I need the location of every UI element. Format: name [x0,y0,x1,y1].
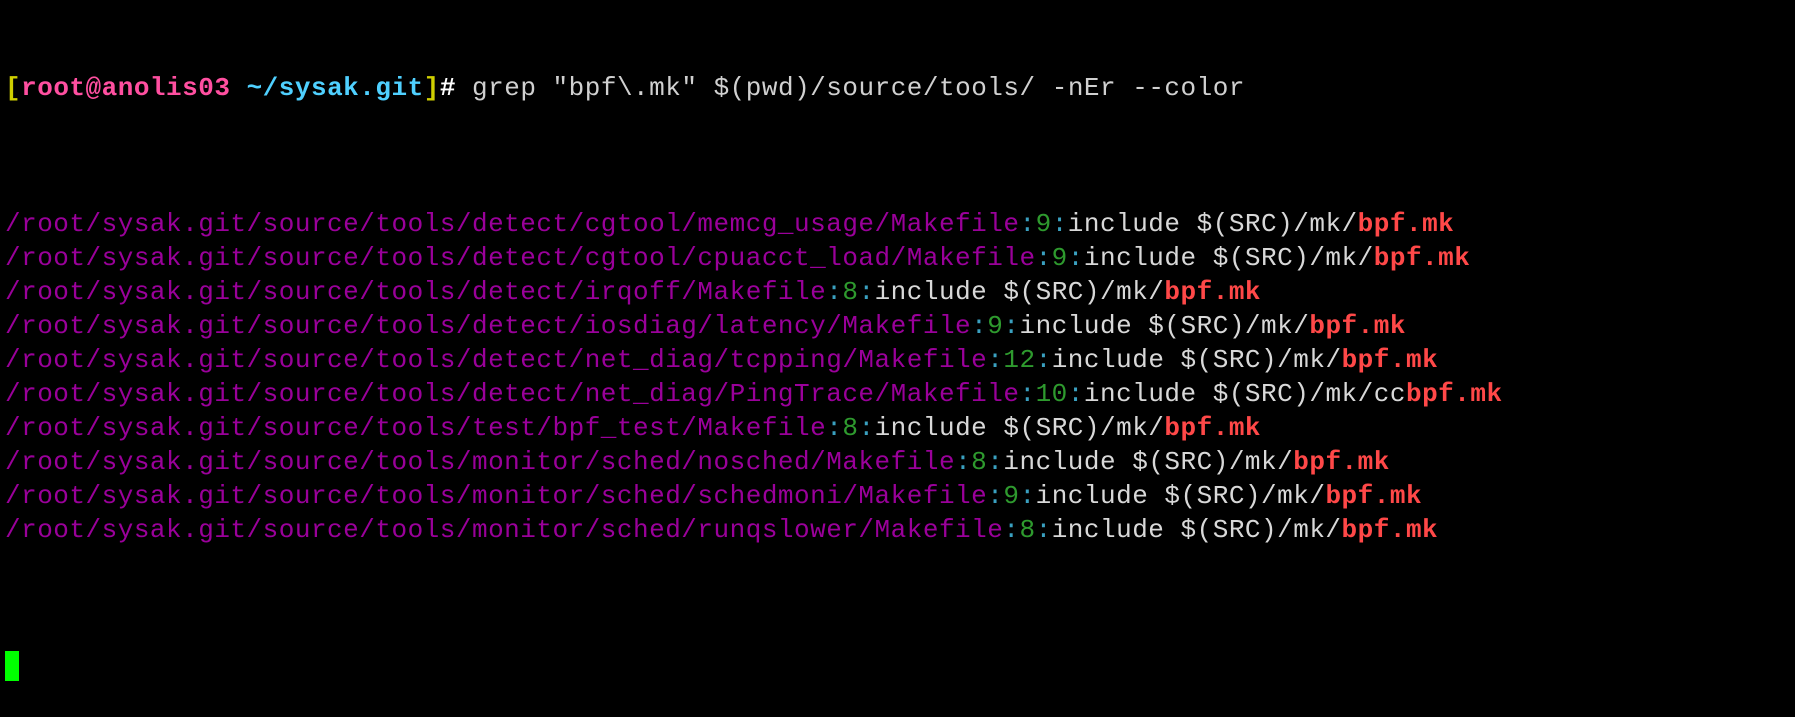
grep-result-line: /root/sysak.git/source/tools/detect/net_… [5,343,1795,377]
result-text: include $(SRC)/mk/ [874,277,1165,307]
result-line-number: 8 [842,413,859,443]
result-separator: : [987,447,1004,477]
grep-result-line: /root/sysak.git/source/tools/detect/irqo… [5,275,1795,309]
result-separator: : [1019,481,1036,511]
result-text: include $(SRC)/mk/ [1051,515,1342,545]
result-path: /root/sysak.git/source/tools/detect/iosd… [5,311,972,341]
result-separator: : [1003,311,1020,341]
result-line-number: 9 [1003,481,1020,511]
result-text: include $(SRC)/mk/ [874,413,1165,443]
result-text: include $(SRC)/mk/ [1019,311,1310,341]
grep-result-line: /root/sysak.git/source/tools/monitor/sch… [5,513,1795,547]
grep-results: /root/sysak.git/source/tools/detect/cgto… [5,207,1795,547]
result-path: /root/sysak.git/source/tools/detect/cgto… [5,209,1020,239]
prompt-open-bracket: [ [5,73,22,103]
result-match: bpf.mk [1309,311,1406,341]
result-path: /root/sysak.git/source/tools/detect/irqo… [5,277,827,307]
result-separator: : [1035,515,1052,545]
result-separator: : [826,413,843,443]
prompt-line: [root@anolis03 ~/sysak.git]# grep "bpf\.… [5,71,1795,105]
result-match: bpf.mk [1341,345,1439,375]
result-path: /root/sysak.git/source/tools/detect/net_… [5,379,1020,409]
result-separator: : [1035,243,1052,273]
result-path: /root/sysak.git/source/tools/monitor/sch… [5,481,988,511]
result-line-number: 12 [1003,345,1036,375]
result-line-number: 8 [971,447,988,477]
result-separator: : [1019,379,1036,409]
result-path: /root/sysak.git/source/tools/detect/cgto… [5,243,1036,273]
result-separator: : [1035,345,1052,375]
result-separator: : [858,277,875,307]
result-separator: : [1051,209,1068,239]
result-path: /root/sysak.git/source/tools/test/bpf_te… [5,413,827,443]
result-match: bpf.mk [1341,515,1439,545]
result-text: include $(SRC)/mk/ [1083,243,1374,273]
grep-result-line: /root/sysak.git/source/tools/detect/cgto… [5,207,1795,241]
result-line-number: 9 [1051,243,1068,273]
result-text: include $(SRC)/mk/ [1003,447,1294,477]
prompt-hash: # [439,73,456,103]
result-match: bpf.mk [1405,379,1503,409]
terminal-window[interactable]: [root@anolis03 ~/sysak.git]# grep "bpf\.… [0,0,1795,682]
result-separator: : [1003,515,1020,545]
result-path: /root/sysak.git/source/tools/monitor/sch… [5,447,956,477]
result-separator: : [971,311,988,341]
result-separator: : [955,447,972,477]
result-line-number: 9 [1035,209,1052,239]
result-text: include $(SRC)/mk/ [1067,209,1358,239]
grep-result-line: /root/sysak.git/source/tools/detect/iosd… [5,309,1795,343]
grep-result-line: /root/sysak.git/source/tools/monitor/sch… [5,479,1795,513]
result-separator: : [1067,379,1084,409]
result-match: bpf.mk [1293,447,1390,477]
prompt-user-host: root@anolis03 [21,73,231,103]
grep-result-line: /root/sysak.git/source/tools/detect/net_… [5,377,1795,411]
prompt-close-bracket: ] [423,73,440,103]
result-path: /root/sysak.git/source/tools/detect/net_… [5,345,988,375]
prompt-cwd: ~/sysak.git [246,73,424,103]
cursor-line[interactable] [5,649,1795,683]
result-match: bpf.mk [1164,277,1262,307]
grep-result-line: /root/sysak.git/source/tools/detect/cgto… [5,241,1795,275]
result-separator: : [987,345,1004,375]
grep-result-line: /root/sysak.git/source/tools/monitor/sch… [5,445,1795,479]
result-separator: : [1019,209,1036,239]
result-separator: : [1067,243,1084,273]
command-text: grep "bpf\.mk" $(pwd)/source/tools/ -nEr… [455,73,1245,103]
result-match: bpf.mk [1357,209,1455,239]
result-text: include $(SRC)/mk/cc [1083,379,1406,409]
result-line-number: 8 [842,277,859,307]
result-separator: : [987,481,1004,511]
result-path: /root/sysak.git/source/tools/monitor/sch… [5,515,1004,545]
result-match: bpf.mk [1373,243,1471,273]
terminal-cursor [5,651,19,682]
result-match: bpf.mk [1164,413,1262,443]
result-line-number: 9 [987,311,1004,341]
result-separator: : [858,413,875,443]
grep-result-line: /root/sysak.git/source/tools/test/bpf_te… [5,411,1795,445]
result-match: bpf.mk [1325,481,1423,511]
result-separator: : [826,277,843,307]
result-text: include $(SRC)/mk/ [1051,345,1342,375]
result-line-number: 8 [1019,515,1036,545]
result-line-number: 10 [1035,379,1068,409]
result-text: include $(SRC)/mk/ [1035,481,1326,511]
